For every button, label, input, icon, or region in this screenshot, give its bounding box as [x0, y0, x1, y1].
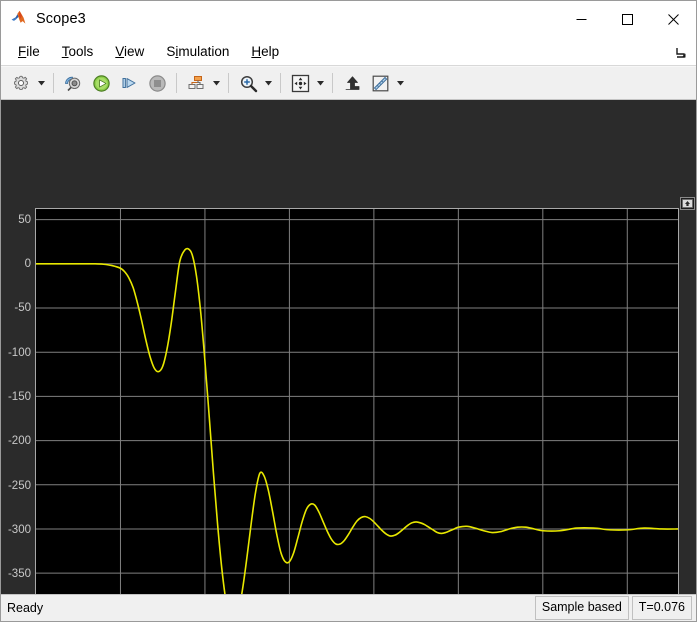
signal-selector-dropdown[interactable]: [210, 70, 223, 96]
menu-bar: File Tools View Simulation Help: [1, 37, 696, 66]
y-tick-label: -50: [14, 302, 31, 315]
cursor-measurements-button[interactable]: [366, 69, 394, 97]
step-forward-button[interactable]: [115, 69, 143, 97]
menu-item-simulation[interactable]: Simulation: [158, 41, 239, 62]
close-button[interactable]: [650, 1, 696, 37]
signal-trace-canvas: [36, 209, 678, 594]
minimize-button[interactable]: [558, 1, 604, 37]
y-tick-label: 50: [18, 213, 31, 226]
y-tick-label: -150: [7, 390, 31, 403]
y-tick-label: -300: [7, 523, 31, 536]
matlab-logo-icon: [10, 10, 28, 28]
menu-item-tools[interactable]: Tools: [54, 41, 104, 62]
status-frame-mode[interactable]: Sample based: [534, 596, 629, 620]
toolbar-separator: [176, 73, 177, 93]
plot-frame[interactable]: [35, 208, 679, 594]
toolbar-separator: [332, 73, 333, 93]
zoom-in-dropdown[interactable]: [262, 70, 275, 96]
menu-item-file-label: ile: [26, 43, 40, 59]
menu-item-simulation-label: mulation: [178, 43, 230, 59]
maximize-button[interactable]: [604, 1, 650, 37]
title-bar: Scope3: [1, 1, 696, 37]
menu-item-view[interactable]: View: [107, 41, 154, 62]
run-button[interactable]: [87, 69, 115, 97]
configuration-properties-dropdown[interactable]: [35, 70, 48, 96]
y-tick-label: -250: [7, 479, 31, 492]
menu-item-view-label: iew: [124, 43, 145, 59]
y-axis-tick-labels: 500-50-100-150-200-250-300-350-400-450: [1, 208, 31, 594]
menu-item-tools-label: ools: [68, 43, 94, 59]
y-tick-label: -200: [7, 435, 31, 448]
status-ready-label: Ready: [7, 601, 44, 615]
toolbar-separator: [53, 73, 54, 93]
zoom-in-button[interactable]: [234, 69, 262, 97]
autoscale-button[interactable]: [338, 69, 366, 97]
toolbar-separator: [280, 73, 281, 93]
stop-button[interactable]: [143, 69, 171, 97]
y-tick-label: 0: [24, 257, 31, 270]
menu-item-help[interactable]: Help: [243, 41, 289, 62]
pan-dropdown[interactable]: [314, 70, 327, 96]
pan-button[interactable]: [286, 69, 314, 97]
window-title: Scope3: [36, 11, 86, 27]
window-controls: [558, 1, 696, 37]
toolbar: [1, 66, 696, 100]
scroll-up-icon[interactable]: [680, 197, 695, 210]
scope-plot-area[interactable]: 500-50-100-150-200-250-300-350-400-450 0…: [1, 100, 696, 594]
simulink-view-button[interactable]: [59, 69, 87, 97]
menu-item-help-label: elp: [261, 43, 280, 59]
scope-window: Scope3 File Tools View Simulation Help 5…: [0, 0, 697, 622]
cursor-measurements-dropdown[interactable]: [394, 70, 407, 96]
status-simulation-time[interactable]: T=0.076: [631, 596, 692, 620]
status-bar: Ready Sample based T=0.076: [1, 594, 696, 621]
configuration-properties-button[interactable]: [7, 69, 35, 97]
toolbar-separator: [228, 73, 229, 93]
expand-arrow-icon[interactable]: [674, 45, 688, 59]
y-tick-label: -350: [7, 568, 31, 581]
y-tick-label: -100: [7, 346, 31, 359]
signal-selector-button[interactable]: [182, 69, 210, 97]
menu-item-file[interactable]: File: [10, 41, 50, 62]
